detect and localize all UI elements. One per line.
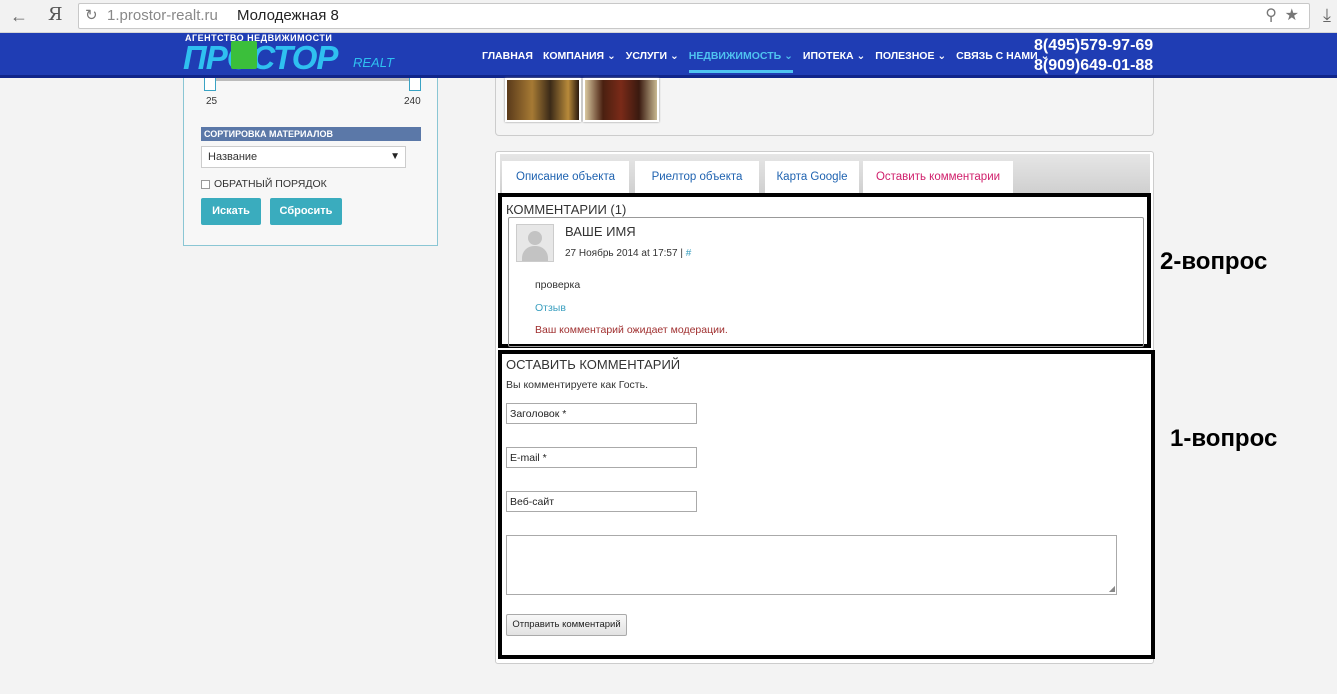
comment-item: ВАШЕ ИМЯ 27 Ноябрь 2014 at 17:57 | # про… xyxy=(508,217,1144,347)
moderation-notice: Ваш комментарий ожидает модерации. xyxy=(535,324,728,336)
reverse-order-option[interactable]: ОБРАТНЫЙ ПОРЯДОК xyxy=(201,178,327,190)
resize-grip-icon[interactable]: ◢ xyxy=(1109,584,1115,593)
comment-textarea[interactable]: ◢ xyxy=(506,535,1117,595)
comment-title-field[interactable]: Заголовок * xyxy=(506,403,697,424)
reverse-order-checkbox[interactable] xyxy=(201,179,210,189)
yandex-logo-icon[interactable]: Я xyxy=(48,4,63,25)
reverse-order-label: ОБРАТНЫЙ ПОРЯДОК xyxy=(214,178,327,190)
site-logo[interactable]: АГЕНТСТВО НЕДВИЖИМОСТИ ПРОСТОР REALT xyxy=(183,33,394,76)
tab-leave-comments[interactable]: Оставить комментарии xyxy=(863,161,1013,194)
menu-item-services[interactable]: УСЛУГИ ⌄ xyxy=(626,50,679,62)
comments-title: КОММЕНТАРИИ (1) xyxy=(506,202,627,217)
comment-date-text: 27 Ноябрь 2014 at 17:57 | xyxy=(565,248,683,259)
range-slider-track[interactable] xyxy=(209,78,421,81)
comment-form-title: ОСТАВИТЬ КОММЕНТАРИЙ xyxy=(506,357,681,372)
submit-comment-button[interactable]: Отправить комментарий xyxy=(506,614,627,636)
photo-gallery xyxy=(495,78,1154,136)
menu-item-home[interactable]: ГЛАВНАЯ xyxy=(482,50,533,62)
website-field[interactable]: Веб-сайт xyxy=(506,491,697,512)
logo-realt: REALT xyxy=(353,55,394,70)
avatar-icon xyxy=(516,224,554,262)
email-field[interactable]: E-mail * xyxy=(506,447,697,468)
guest-note: Вы комментируете как Гость. xyxy=(506,379,649,391)
photo-thumbnail[interactable] xyxy=(583,78,659,122)
filter-sidebar: 25 240 СОРТИРОВКА МАТЕРИАЛОВ Название ▼ … xyxy=(183,78,438,246)
menu-item-realty[interactable]: НЕДВИЖИМОСТЬ ⌄ xyxy=(688,50,794,73)
address-url[interactable]: 1.prostor-realt.ru xyxy=(107,7,218,24)
reset-button[interactable]: Сбросить xyxy=(270,198,342,225)
download-icon[interactable]: ⤓ xyxy=(1323,5,1331,26)
comment-permalink[interactable]: # xyxy=(686,248,692,259)
range-slider-max-handle[interactable] xyxy=(409,78,421,91)
site-header: АГЕНТСТВО НЕДВИЖИМОСТИ ПРОСТОР REALT ГЛА… xyxy=(0,33,1337,78)
dropdown-arrow-icon: ▼ xyxy=(390,151,400,162)
range-slider-min-handle[interactable] xyxy=(204,78,216,91)
menu-item-mortgage[interactable]: ИПОТЕКА ⌄ xyxy=(803,50,865,62)
tab-bar: Описание объекта Риелтор объекта Карта G… xyxy=(500,154,1150,195)
tab-description[interactable]: Описание объекта xyxy=(502,161,629,194)
sort-select[interactable]: Название ▼ xyxy=(201,146,406,168)
annotation-question-2: 2-вопрос xyxy=(1160,248,1268,275)
bookmark-star-icon[interactable]: ★ xyxy=(1285,5,1299,25)
comment-form-section: ОСТАВИТЬ КОММЕНТАРИЙ Вы комментируете ка… xyxy=(498,350,1155,659)
comment-text: проверка xyxy=(535,279,581,291)
comment-reply-link[interactable]: Отзыв xyxy=(535,302,566,314)
photo-thumbnail[interactable] xyxy=(505,78,581,122)
sort-select-value: Название xyxy=(208,151,258,163)
logo-house-icon xyxy=(231,41,257,69)
phone-2[interactable]: 8(909)649-01-88 xyxy=(1034,56,1153,76)
reload-icon[interactable]: ↻ xyxy=(85,6,98,24)
range-min-value: 25 xyxy=(206,96,218,107)
range-max-value: 240 xyxy=(404,96,421,107)
comment-date: 27 Ноябрь 2014 at 17:57 | # xyxy=(565,248,691,259)
phone-1[interactable]: 8(495)579-97-69 xyxy=(1034,36,1153,56)
phone-numbers: 8(495)579-97-69 8(909)649-01-88 xyxy=(1034,36,1153,76)
comments-section: КОММЕНТАРИИ (1) ВАШЕ ИМЯ 27 Ноябрь 2014 … xyxy=(498,193,1151,348)
menu-item-company[interactable]: КОМПАНИЯ ⌄ xyxy=(543,50,616,62)
search-button[interactable]: Искать xyxy=(201,198,261,225)
main-menu: ГЛАВНАЯ КОМПАНИЯ ⌄ УСЛУГИ ⌄ НЕДВИЖИМОСТЬ… xyxy=(482,50,1059,73)
browser-toolbar: ← Я ↻ 1.prostor-realt.ru Молодежная 8 ⚲ … xyxy=(0,0,1337,33)
address-page-title: Молодежная 8 xyxy=(237,7,339,24)
sort-heading: СОРТИРОВКА МАТЕРИАЛОВ xyxy=(201,127,421,141)
annotation-question-1: 1-вопрос xyxy=(1170,425,1278,452)
tab-google-map[interactable]: Карта Google xyxy=(765,161,859,194)
menu-item-useful[interactable]: ПОЛЕЗНОЕ ⌄ xyxy=(875,50,946,62)
address-bar[interactable]: ↻ 1.prostor-realt.ru Молодежная 8 ⚲ ★ xyxy=(78,3,1310,29)
logo-word: ПРОСТОР xyxy=(183,39,338,76)
tab-realtor[interactable]: Риелтор объекта xyxy=(635,161,759,194)
back-arrow-icon[interactable]: ← xyxy=(8,5,30,27)
comment-author: ВАШЕ ИМЯ xyxy=(565,224,636,239)
zoom-search-icon[interactable]: ⚲ xyxy=(1265,5,1277,25)
